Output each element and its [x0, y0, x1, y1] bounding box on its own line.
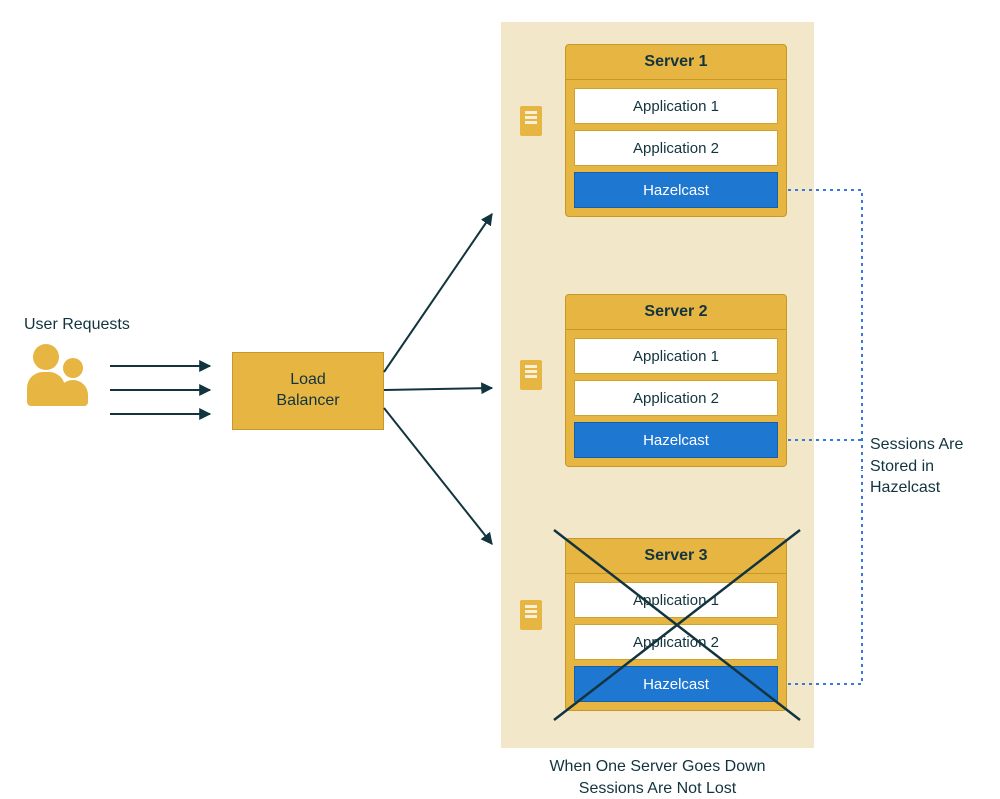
load-balancer-label: Load Balancer	[276, 370, 339, 412]
user-requests-label: User Requests	[24, 314, 130, 336]
diagram-stage: User Requests Load Balancer Server 1 App…	[0, 0, 1000, 796]
load-balancer-box: Load Balancer	[232, 352, 384, 430]
server-title: Server 2	[566, 295, 786, 330]
server-hazelcast-row: Hazelcast	[574, 666, 778, 702]
server-block-1: Server 1 Application 1 Application 2 Haz…	[565, 44, 787, 217]
server-app-row: Application 1	[574, 88, 778, 124]
server-hazelcast-row: Hazelcast	[574, 422, 778, 458]
server-app-row: Application 2	[574, 624, 778, 660]
bottom-note-label: When One Server Goes Down Sessions Are N…	[501, 756, 814, 799]
server-title: Server 3	[566, 539, 786, 574]
server-icon	[520, 106, 542, 136]
server-hazelcast-row: Hazelcast	[574, 172, 778, 208]
server-app-row: Application 2	[574, 380, 778, 416]
server-title: Server 1	[566, 45, 786, 80]
server-block-2: Server 2 Application 1 Application 2 Haz…	[565, 294, 787, 467]
server-icon	[520, 600, 542, 630]
lb-to-server-arrows	[384, 214, 492, 544]
user-to-lb-arrows	[110, 366, 210, 414]
server-app-row: Application 1	[574, 338, 778, 374]
server-icon	[520, 360, 542, 390]
connector-overlay	[0, 0, 1000, 796]
server-block-3: Server 3 Application 1 Application 2 Haz…	[565, 538, 787, 711]
users-icon	[25, 342, 105, 412]
server-app-row: Application 1	[574, 582, 778, 618]
server-app-row: Application 2	[574, 130, 778, 166]
sessions-note-label: Sessions Are Stored in Hazelcast	[870, 434, 963, 499]
